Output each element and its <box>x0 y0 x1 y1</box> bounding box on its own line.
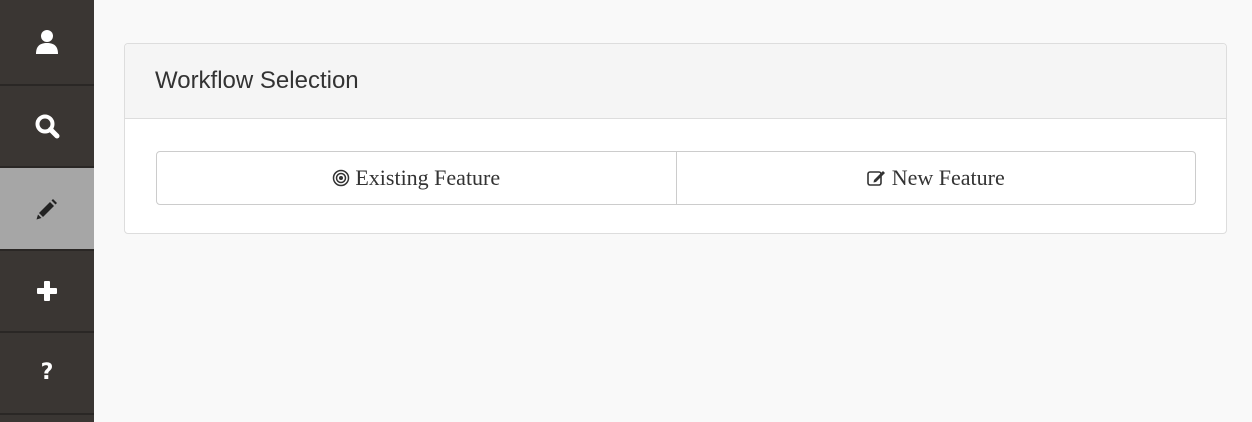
sidebar-item-edit[interactable] <box>0 168 94 251</box>
question-icon: ? <box>32 358 62 388</box>
workflow-button-group: Existing Feature New Feature <box>156 151 1196 205</box>
new-feature-label: New Feature <box>891 165 1005 190</box>
workflow-selection-panel: Workflow Selection Existing Feature New … <box>124 43 1227 234</box>
help-glyph: ? <box>40 360 54 385</box>
existing-feature-button[interactable]: Existing Feature <box>156 151 677 205</box>
edit-square-icon <box>866 169 887 187</box>
target-icon <box>332 169 350 187</box>
panel-title: Workflow Selection <box>155 67 359 94</box>
sidebar-item-add[interactable] <box>0 251 94 333</box>
sidebar-item-user[interactable] <box>0 0 94 86</box>
pencil-icon <box>32 194 62 224</box>
existing-feature-label: Existing Feature <box>355 165 501 190</box>
sidebar: ? <box>0 0 94 422</box>
user-icon <box>32 27 62 57</box>
search-icon <box>32 111 62 141</box>
panel-heading: Workflow Selection <box>125 44 1226 119</box>
plus-icon <box>32 276 62 306</box>
sidebar-item-help[interactable]: ? <box>0 333 94 415</box>
sidebar-item-search[interactable] <box>0 86 94 168</box>
new-feature-button[interactable]: New Feature <box>676 151 1196 205</box>
